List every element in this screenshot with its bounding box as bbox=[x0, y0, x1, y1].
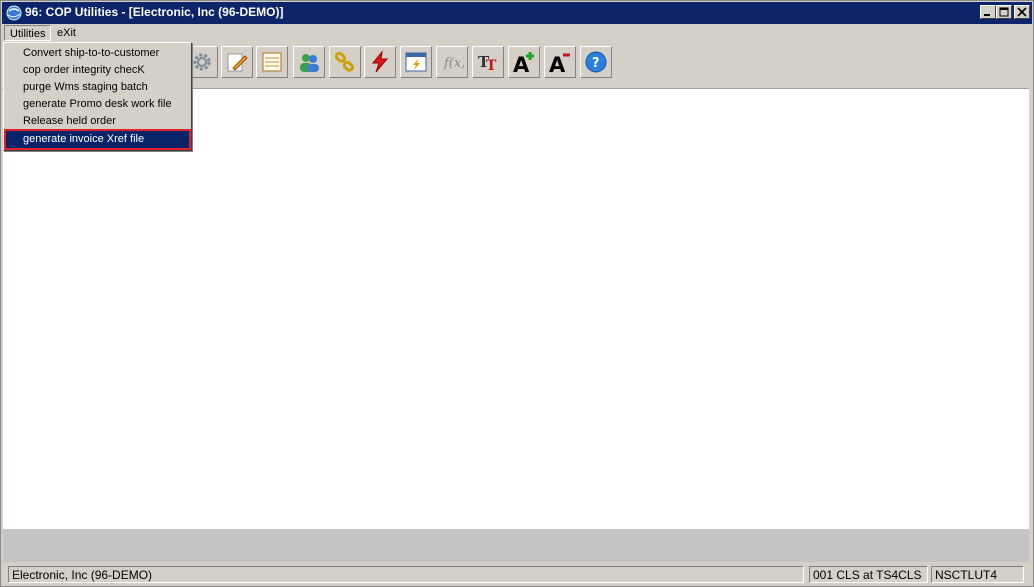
status-bar: Electronic, Inc (96-DEMO) 001 CLS at TS4… bbox=[2, 563, 1032, 585]
minimize-button[interactable] bbox=[980, 5, 996, 19]
decrease-font-button[interactable]: A bbox=[544, 46, 576, 78]
increase-font-button[interactable]: A bbox=[508, 46, 540, 78]
title-bar[interactable]: 96: COP Utilities - [Electronic, Inc (96… bbox=[2, 2, 1032, 24]
utilities-dropdown-menu: Convert ship-to-to-customer cop order in… bbox=[3, 42, 192, 151]
function-button[interactable]: f(x) bbox=[436, 46, 468, 78]
gear-icon bbox=[193, 53, 211, 71]
font-button[interactable]: T T bbox=[472, 46, 504, 78]
run-button[interactable] bbox=[364, 46, 396, 78]
svg-text:T: T bbox=[486, 58, 497, 74]
menu-exit[interactable]: eXit bbox=[52, 25, 81, 41]
menu-utilities[interactable]: Utilities bbox=[4, 25, 52, 41]
font-increase-icon: A bbox=[513, 52, 534, 74]
edit-button[interactable] bbox=[221, 46, 253, 78]
function-icon: f(x) bbox=[443, 56, 464, 71]
list-window-icon bbox=[262, 52, 282, 72]
list-button[interactable] bbox=[256, 46, 288, 78]
mdi-workspace bbox=[3, 89, 1029, 529]
menu-item-integrity-check[interactable]: cop order integrity checK bbox=[6, 62, 189, 79]
lightning-icon bbox=[371, 50, 389, 73]
maximize-icon bbox=[999, 7, 1009, 17]
help-button[interactable]: ? bbox=[580, 46, 612, 78]
menu-item-release-held[interactable]: Release held order bbox=[6, 113, 189, 130]
menu-item-purge-wms[interactable]: purge Wms staging batch bbox=[6, 79, 189, 96]
font-size-icon: T T bbox=[478, 53, 497, 74]
users-button[interactable] bbox=[293, 46, 325, 78]
close-button[interactable] bbox=[1014, 5, 1030, 19]
link-button[interactable] bbox=[329, 46, 361, 78]
status-company: Electronic, Inc (96-DEMO) bbox=[8, 566, 804, 583]
svg-text:?: ? bbox=[592, 56, 600, 71]
font-decrease-icon: A bbox=[549, 53, 570, 74]
menu-item-convert-ship-to[interactable]: Convert ship-to-to-customer bbox=[6, 45, 189, 62]
menu-item-promo-desk[interactable]: generate Promo desk work file bbox=[6, 96, 189, 113]
application-window: 96: COP Utilities - [Electronic, Inc (96… bbox=[0, 0, 1034, 587]
menu-bar: Utilities eXit bbox=[2, 24, 1032, 42]
calendar-button[interactable] bbox=[400, 46, 432, 78]
link-chain-icon bbox=[334, 51, 355, 72]
help-icon: ? bbox=[585, 51, 607, 73]
window-title: 96: COP Utilities - [Electronic, Inc (96… bbox=[25, 5, 284, 19]
users-icon bbox=[300, 54, 319, 72]
close-icon bbox=[1017, 7, 1027, 17]
status-session: 001 CLS at TS4CLS bbox=[809, 566, 928, 583]
calendar-refresh-icon bbox=[405, 52, 427, 72]
menu-item-invoice-xref[interactable]: generate invoice Xref file bbox=[4, 129, 191, 150]
window-controls bbox=[980, 5, 1030, 19]
edit-pencil-icon bbox=[227, 53, 248, 72]
status-program: NSCTLUT4 bbox=[931, 566, 1024, 583]
app-globe-icon bbox=[6, 5, 22, 21]
svg-text:f(x): f(x) bbox=[443, 56, 464, 71]
maximize-button[interactable] bbox=[996, 5, 1012, 19]
workspace-footer bbox=[3, 529, 1029, 562]
window-edge bbox=[1029, 42, 1032, 562]
minimize-icon bbox=[984, 14, 990, 16]
